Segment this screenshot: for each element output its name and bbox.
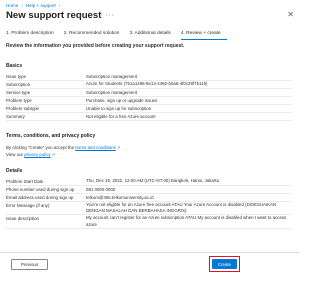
basics-heading: Basics: [6, 63, 23, 69]
tab-additional-details[interactable]: 3. Additional details: [129, 31, 176, 40]
details-row: Issue description My account can't regis…: [6, 215, 292, 229]
basics-row: Issue type Subscription management: [6, 73, 292, 81]
row-label: Summary: [6, 114, 25, 119]
review-intro: Review the information you provided befo…: [6, 43, 185, 49]
row-value: Thu, Dec 15, 2022, 12:00 AM (UTC+07:00) …: [86, 178, 219, 183]
row-label: Problem subtype: [6, 106, 39, 111]
row-label: Subscription: [6, 82, 31, 87]
basics-row: Summary Not eligible for a free Azure ac…: [6, 113, 292, 121]
wizard-tabs: 1. Problem description 2. Recommended so…: [6, 31, 231, 40]
terms-and-conditions-link[interactable]: terms and conditions: [75, 145, 116, 150]
basics-row: Problem type Purchase, sign up or upgrad…: [6, 97, 292, 105]
row-label: Service type: [6, 90, 31, 95]
row-label: Problem Start Date: [6, 179, 44, 184]
footer-bar: Previous Create: [0, 252, 300, 295]
details-heading: Details: [6, 168, 23, 174]
details-row: Phone number used during sign up 081 000…: [6, 186, 292, 194]
close-icon[interactable]: ✕: [287, 11, 294, 19]
row-value: Not eligible for a free Azure account: [86, 114, 156, 119]
row-label: Issue description: [6, 216, 39, 222]
row-value: Subscription management: [86, 74, 138, 79]
details-list: Problem Start Date Thu, Dec 15, 2022, 12…: [6, 178, 292, 229]
create-button[interactable]: Create: [212, 259, 237, 269]
privacy-line: View our privacy policy ↗: [6, 151, 292, 158]
details-row: Problem Start Date Thu, Dec 15, 2022, 12…: [6, 178, 292, 186]
terms-heading: Terms, conditions, and privacy policy: [6, 133, 96, 139]
row-value: My account can't register for an Azure s…: [86, 215, 287, 227]
chevron-right-icon: ›: [58, 3, 61, 8]
title-row: New support request ···: [6, 10, 114, 21]
page-title: New support request: [6, 10, 102, 21]
previous-button[interactable]: Previous: [11, 259, 48, 270]
row-label: Email address used during sign up: [6, 195, 74, 200]
row-value: You're not eligible for an Azure free ac…: [86, 202, 277, 214]
details-row: Email address used during sign up telkom…: [6, 194, 292, 202]
external-link-icon: ↗: [117, 145, 121, 150]
row-value: 081 0000 0000: [86, 187, 116, 192]
basics-row: Subscription Azure for Students (751a149…: [6, 81, 292, 89]
chevron-right-icon: ›: [21, 3, 23, 8]
tab-review-create[interactable]: 4. Review + create: [180, 31, 227, 40]
row-label: Phone number used during sign up: [6, 187, 75, 192]
external-link-icon: ↗: [51, 152, 56, 157]
row-label: Issue type: [6, 74, 27, 79]
breadcrumb-home[interactable]: Home: [6, 3, 18, 8]
terms-prefix: By clicking "Create" you accept the: [6, 145, 76, 150]
breadcrumb: Home › Help + support ›: [6, 3, 60, 8]
row-value: Azure for Students (751a1496-8e13-4460-b…: [86, 81, 208, 86]
tab-problem-description[interactable]: 1. Problem description: [6, 31, 60, 40]
row-value: telkom@365.telkomuniversity.ac.id: [86, 195, 154, 200]
row-value: Unable to sign up for subscription: [86, 106, 152, 111]
breadcrumb-help-support[interactable]: Help + support: [26, 3, 56, 8]
tab-recommended-solution[interactable]: 2. Recommended solution: [64, 31, 126, 40]
basics-row: Problem subtype Unable to sign up for su…: [6, 105, 292, 113]
basics-list: Issue type Subscription management Subsc…: [6, 73, 292, 121]
privacy-prefix: View our: [6, 152, 25, 157]
row-value: Purchase, sign up or upgrade issues: [86, 98, 158, 103]
more-icon[interactable]: ···: [105, 12, 114, 19]
terms-line: By clicking "Create" you accept the term…: [6, 144, 292, 151]
row-value: Subscription management: [86, 90, 138, 95]
create-highlight: Create: [209, 256, 240, 272]
basics-row: Service type Subscription management: [6, 89, 292, 97]
review-content: Review the information you provided befo…: [6, 43, 292, 229]
row-label: Error Message (if any): [6, 203, 50, 208]
terms-text: By clicking "Create" you accept the term…: [6, 144, 292, 158]
details-row: Error Message (if any) You're not eligib…: [6, 202, 292, 216]
privacy-policy-link[interactable]: privacy policy: [24, 152, 50, 157]
row-label: Problem type: [6, 98, 32, 103]
